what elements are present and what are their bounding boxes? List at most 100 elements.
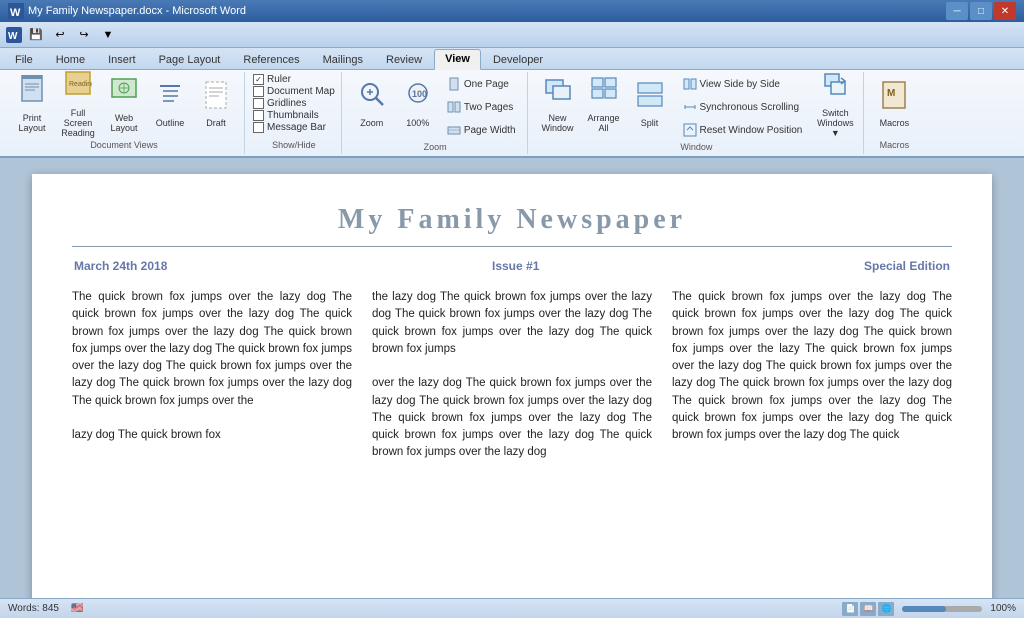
status-right: 📄 📖 🌐 100% (842, 602, 1016, 616)
word-count: Words: 845 (8, 603, 59, 614)
title-divider (72, 246, 952, 247)
word-icon: W (8, 3, 24, 19)
window-controls: ─ □ ✕ (946, 2, 1016, 20)
zoom-slider[interactable] (902, 606, 982, 612)
svg-text:100: 100 (412, 89, 427, 99)
arrange-all-button[interactable]: ArrangeAll (582, 74, 626, 134)
tab-developer[interactable]: Developer (482, 50, 554, 69)
print-layout-button[interactable]: PrintLayout (10, 74, 54, 134)
ruler-checkbox[interactable] (253, 74, 264, 85)
minimize-button[interactable]: ─ (946, 2, 968, 20)
ruler-label: Ruler (267, 74, 291, 85)
gridlines-label: Gridlines (267, 98, 306, 109)
tab-home[interactable]: Home (45, 50, 96, 69)
zoom-content: Zoom 100 100% One Page Two Pages (350, 74, 521, 140)
new-window-button[interactable]: NewWindow (536, 74, 580, 134)
outline-button[interactable]: Outline (148, 74, 192, 134)
gridlines-check-row[interactable]: Gridlines (253, 98, 335, 109)
zoom-100-label: 100% (406, 118, 429, 128)
tab-references[interactable]: References (232, 50, 310, 69)
meta-date: March 24th 2018 (74, 259, 167, 273)
view-side-by-side-label: View Side by Side (700, 79, 780, 90)
reading-view-btn[interactable]: 📖 (860, 602, 876, 616)
document-map-checkbox[interactable] (253, 86, 264, 97)
two-pages-button[interactable]: Two Pages (442, 97, 521, 117)
new-window-label: NewWindow (542, 113, 574, 133)
web-layout-label: WebLayout (110, 113, 137, 133)
word-app-icon: W (6, 27, 22, 43)
thumbnails-check-row[interactable]: Thumbnails (253, 110, 335, 121)
tab-page-layout[interactable]: Page Layout (148, 50, 232, 69)
draft-icon (202, 80, 230, 116)
thumbnails-label: Thumbnails (267, 110, 319, 121)
macros-icon: M (880, 80, 908, 116)
ruler-check-row[interactable]: Ruler (253, 74, 335, 85)
full-screen-icon: Reading (64, 70, 92, 106)
page-width-label: Page Width (464, 125, 516, 136)
gridlines-checkbox[interactable] (253, 98, 264, 109)
split-button[interactable]: Split (628, 74, 672, 134)
quick-access-toolbar: W 💾 ↩ ↪ ▼ (0, 22, 1024, 48)
synchronous-scrolling-label: Synchronous Scrolling (700, 102, 800, 113)
meta-issue: Issue #1 (492, 259, 539, 273)
outline-icon (156, 80, 184, 116)
ribbon-group-window: NewWindow ArrangeAll Split View Side by … (530, 72, 865, 154)
message-bar-label: Message Bar (267, 122, 326, 133)
maximize-button[interactable]: □ (970, 2, 992, 20)
undo-quick-btn[interactable]: ↩ (50, 25, 70, 45)
print-layout-icon (18, 75, 46, 111)
thumbnails-checkbox[interactable] (253, 110, 264, 121)
title-bar-left: W My Family Newspaper.docx - Microsoft W… (8, 3, 246, 19)
synchronous-scrolling-button[interactable]: Synchronous Scrolling (678, 97, 808, 117)
new-window-icon (544, 75, 572, 111)
switch-windows-icon (821, 70, 849, 106)
show-hide-label: Show/Hide (272, 140, 316, 152)
document-columns: The quick brown fox jumps over the lazy … (72, 289, 952, 462)
zoom-slider-fill (902, 606, 946, 612)
document-title: My Family Newspaper (72, 204, 952, 236)
one-page-label: One Page (464, 79, 509, 90)
document-map-label: Document Map (267, 86, 335, 97)
svg-text:M: M (887, 88, 895, 99)
print-view-btn[interactable]: 📄 (842, 602, 858, 616)
document-meta: March 24th 2018 Issue #1 Special Edition (72, 259, 952, 273)
message-bar-checkbox[interactable] (253, 122, 264, 133)
zoom-level: 100% (990, 603, 1016, 614)
macros-label: Macros (880, 118, 910, 128)
message-bar-check-row[interactable]: Message Bar (253, 122, 335, 133)
tab-review[interactable]: Review (375, 50, 433, 69)
document-map-check-row[interactable]: Document Map (253, 86, 335, 97)
zoom-button[interactable]: Zoom (350, 74, 394, 134)
macros-button[interactable]: M Macros (872, 74, 916, 134)
svg-text:Reading: Reading (69, 81, 92, 88)
reset-window-position-button[interactable]: Reset Window Position (678, 120, 808, 140)
qa-dropdown-btn[interactable]: ▼ (98, 25, 118, 45)
zoom-label: Zoom (360, 118, 383, 128)
web-layout-button[interactable]: WebLayout (102, 74, 146, 134)
reset-window-position-label: Reset Window Position (700, 125, 803, 136)
close-button[interactable]: ✕ (994, 2, 1016, 20)
split-label: Split (641, 118, 659, 128)
one-page-button[interactable]: One Page (442, 74, 521, 94)
zoom-100-icon: 100 (404, 80, 432, 116)
tab-file[interactable]: File (4, 50, 44, 69)
zoom-100-button[interactable]: 100 100% (396, 74, 440, 134)
save-quick-btn[interactable]: 💾 (26, 25, 46, 45)
document-views-content: PrintLayout Reading Full ScreenReading W… (10, 74, 238, 138)
window-content: NewWindow ArrangeAll Split View Side by … (536, 74, 858, 140)
ribbon-group-zoom: Zoom 100 100% One Page Two Pages (344, 72, 528, 154)
full-screen-reading-button[interactable]: Reading Full ScreenReading (56, 74, 100, 134)
ribbon-group-document-views: PrintLayout Reading Full ScreenReading W… (4, 72, 245, 154)
tab-view[interactable]: View (434, 49, 481, 70)
show-hide-content: Ruler Document Map Gridlines Thumbnails … (253, 74, 335, 138)
tab-mailings[interactable]: Mailings (312, 50, 374, 69)
redo-quick-btn[interactable]: ↪ (74, 25, 94, 45)
split-icon (636, 80, 664, 116)
switch-windows-button[interactable]: SwitchWindows ▼ (813, 74, 857, 134)
page-width-button[interactable]: Page Width (442, 120, 521, 140)
tab-insert[interactable]: Insert (97, 50, 147, 69)
ribbon-group-macros: M Macros Macros (866, 72, 922, 154)
draft-button[interactable]: Draft (194, 74, 238, 134)
view-side-by-side-button[interactable]: View Side by Side (678, 74, 808, 94)
web-view-btn[interactable]: 🌐 (878, 602, 894, 616)
